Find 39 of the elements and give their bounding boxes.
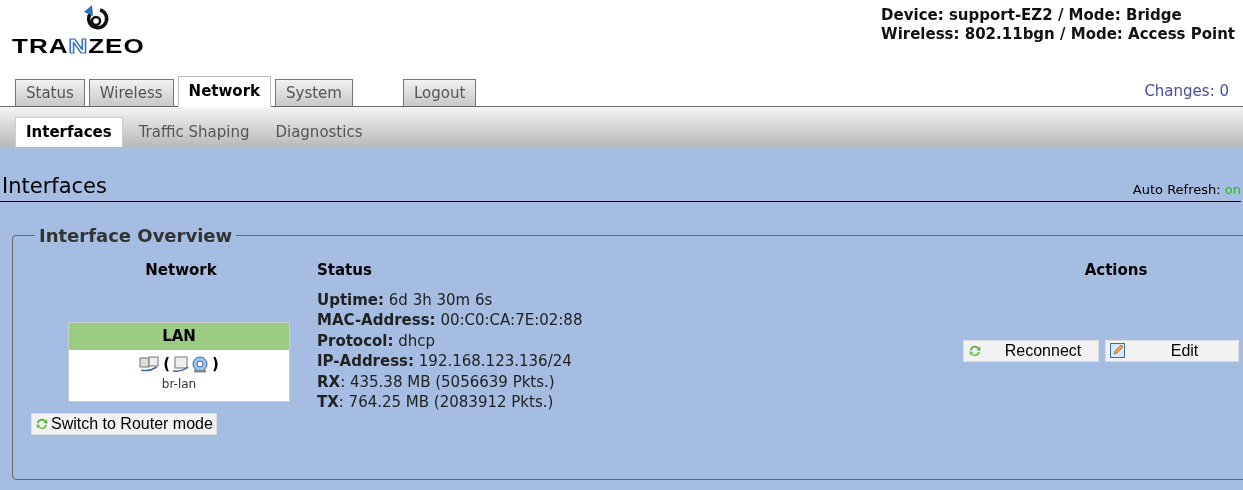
page-title: Interfaces — [2, 173, 107, 200]
status-line: Protocol: dhcp — [317, 330, 437, 352]
status-line: TX: 764.25 MB (2083912 Pkts.) — [317, 392, 555, 413]
subnav-tab[interactable]: Traffic Shaping — [128, 117, 260, 147]
bracket-text: ) — [212, 353, 219, 375]
switch-mode-button[interactable]: Switch to Router mode — [31, 412, 217, 435]
status-line: IP-Address: 192.168.123.136/24 — [317, 351, 573, 372]
subnav-tab[interactable]: Diagnostics — [265, 117, 373, 147]
bracket-text: ( — [163, 353, 170, 375]
panel-legend: Interface Overview — [35, 222, 237, 250]
status-line: MAC-Address: 00:C0:CA:7E:02:88 — [317, 310, 584, 331]
pencil-icon — [1110, 343, 1125, 359]
nav-tab[interactable]: Wireless — [88, 79, 174, 106]
ethernet-icon — [139, 356, 162, 372]
refresh-icon — [968, 343, 982, 358]
network-devices-icon — [172, 355, 210, 373]
logo-wordmark: N — [68, 34, 89, 57]
nav-tab[interactable]: Status — [15, 79, 85, 106]
status-line: RX: 435.38 MB (5056639 Pkts.) — [317, 371, 556, 393]
device-info-text: Wireless: 802.11bgn / Mode: Access Point — [881, 25, 1235, 44]
logo-wordmark: TRA — [12, 34, 69, 57]
interface-name: LAN — [69, 322, 289, 350]
interface-card[interactable]: LAN ( ) br-lan — [68, 321, 290, 403]
status-line: Uptime: 6d 3h 30m 6s — [317, 289, 494, 311]
auto-refresh-label: Auto Refresh: on — [1132, 180, 1241, 199]
refresh-icon — [35, 416, 49, 431]
column-header: Network — [144, 260, 217, 282]
nav-tab[interactable]: Logout — [402, 79, 477, 106]
column-header: Actions — [1084, 260, 1148, 282]
interface-device-text: br-lan — [161, 376, 197, 394]
device-info-text: Device: support-EZ2 / Mode: Bridge — [881, 6, 1182, 25]
changes-link[interactable]: Changes: 0 — [1144, 79, 1229, 102]
subnav-tab[interactable]: Interfaces — [15, 117, 123, 147]
action-button[interactable]: Reconnect — [963, 339, 1099, 362]
logo-wordmark: ZEO — [88, 34, 145, 57]
nav-tab[interactable]: Network — [177, 76, 271, 107]
column-header: Status — [317, 260, 373, 282]
action-button[interactable]: Edit — [1105, 339, 1239, 362]
nav-tab[interactable]: System — [275, 79, 353, 106]
